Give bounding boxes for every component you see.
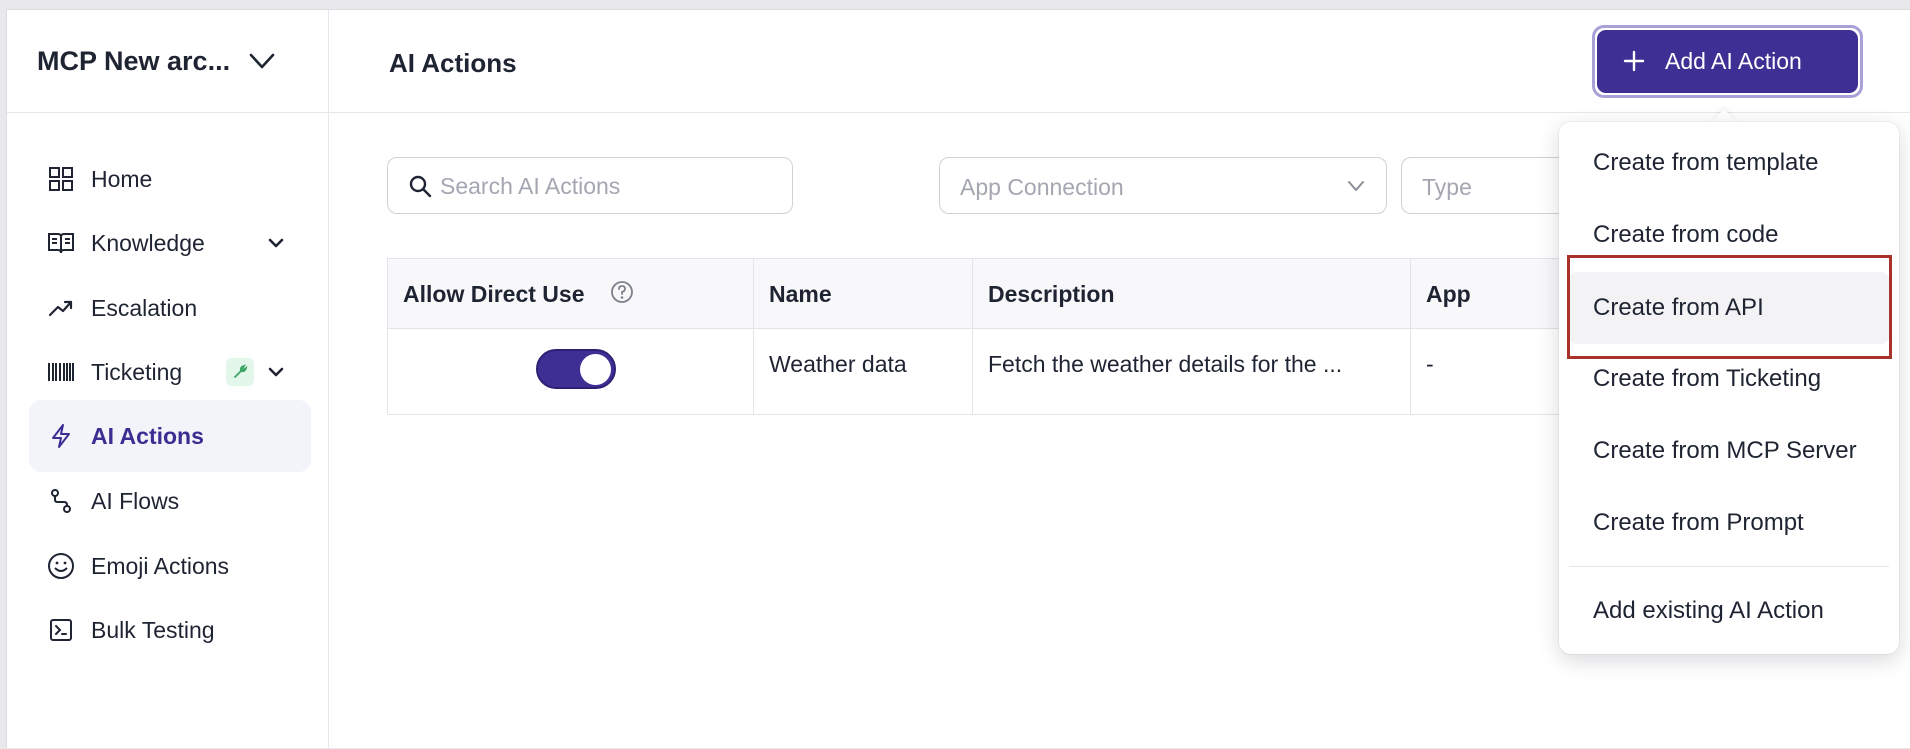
sidebar-item-label: Ticketing — [91, 358, 183, 385]
action-name: Weather data — [769, 351, 907, 377]
sidebar-item-knowledge[interactable]: Knowledge — [29, 207, 311, 279]
menu-item-add-existing-ai-action[interactable]: Add existing AI Action — [1569, 578, 1889, 644]
column-header: Name — [769, 281, 832, 307]
flow-icon — [47, 487, 75, 515]
column-header: App — [1426, 281, 1471, 307]
page-header: AI Actions Add AI Action — [329, 10, 1910, 113]
sidebar-item-label: AI Actions — [91, 422, 204, 449]
column-description: Description — [973, 259, 1411, 328]
sidebar-item-escalation[interactable]: Escalation — [29, 272, 311, 344]
column-header: Description — [988, 281, 1115, 307]
sidebar-item-ai-flows[interactable]: AI Flows — [29, 465, 311, 537]
plus-icon — [1623, 50, 1645, 72]
sidebar-item-ticketing[interactable]: Ticketing — [29, 336, 311, 408]
menu-item-create-from-prompt[interactable]: Create from Prompt — [1569, 490, 1889, 556]
add-ai-action-button[interactable]: Add AI Action — [1597, 30, 1858, 93]
column-name: Name — [754, 259, 973, 328]
action-app: - — [1426, 351, 1434, 377]
sidebar: MCP New arc... Home Knowledge Escalation — [7, 10, 329, 749]
wrench-icon — [226, 358, 254, 386]
allow-direct-use-toggle[interactable] — [536, 349, 616, 389]
barcode-icon — [47, 358, 75, 386]
menu-item-create-from-api[interactable]: Create from API — [1569, 272, 1889, 344]
sidebar-item-home[interactable]: Home — [29, 143, 311, 215]
chevron-down-icon — [1348, 181, 1364, 191]
menu-divider — [1569, 566, 1889, 567]
sidebar-item-ai-actions[interactable]: AI Actions — [29, 400, 311, 472]
column-header: Allow Direct Use — [403, 281, 585, 307]
menu-item-label: Add existing AI Action — [1593, 597, 1824, 624]
terminal-icon — [47, 616, 75, 644]
search-icon — [409, 175, 432, 198]
search-box[interactable] — [387, 157, 793, 214]
sidebar-item-label: Bulk Testing — [91, 616, 215, 643]
menu-item-create-from-ticketing[interactable]: Create from Ticketing — [1569, 346, 1889, 412]
type-placeholder: Type — [1422, 174, 1472, 200]
table-row[interactable]: Weather data Fetch the weather details f… — [388, 329, 1586, 415]
cell-name: Weather data — [754, 329, 973, 415]
add-ai-action-menu: Create from template Create from code Cr… — [1559, 122, 1899, 654]
sidebar-item-emoji-actions[interactable]: Emoji Actions — [29, 530, 311, 602]
grid-icon — [47, 165, 75, 193]
workspace-name: MCP New arc... — [37, 46, 231, 76]
search-input[interactable] — [440, 168, 780, 204]
menu-item-label: Create from code — [1593, 221, 1779, 248]
ai-actions-table: Allow Direct Use Name Description App We… — [387, 258, 1587, 415]
menu-item-label: Create from MCP Server — [1593, 437, 1857, 464]
menu-item-create-from-mcp-server[interactable]: Create from MCP Server — [1569, 418, 1889, 484]
sidebar-item-bulk-testing[interactable]: Bulk Testing — [29, 594, 311, 666]
sidebar-item-label: Escalation — [91, 294, 198, 321]
menu-item-label: Create from Ticketing — [1593, 365, 1822, 392]
toggle-knob — [580, 354, 611, 385]
menu-item-create-from-template[interactable]: Create from template — [1569, 130, 1889, 196]
app-connection-placeholder: App Connection — [960, 174, 1124, 200]
book-icon — [47, 229, 75, 257]
help-icon[interactable] — [610, 280, 634, 304]
menu-item-label: Create from template — [1593, 149, 1819, 176]
cell-description: Fetch the weather details for the ... — [973, 329, 1411, 415]
bolt-icon — [47, 422, 75, 450]
sidebar-item-label: Home — [91, 165, 153, 192]
add-ai-action-label: Add AI Action — [1665, 48, 1802, 74]
sidebar-item-label: Knowledge — [91, 229, 205, 256]
table-header: Allow Direct Use Name Description App — [388, 259, 1586, 329]
menu-item-label: Create from Prompt — [1593, 509, 1804, 536]
menu-item-create-from-code[interactable]: Create from code — [1569, 202, 1889, 268]
cell-allow-direct-use — [388, 329, 754, 415]
smile-icon — [47, 552, 75, 580]
column-allow-direct-use: Allow Direct Use — [388, 259, 754, 328]
app-window: MCP New arc... Home Knowledge Escalation — [6, 9, 1910, 749]
trend-up-icon — [47, 294, 75, 322]
app-connection-select[interactable]: App Connection — [939, 157, 1387, 214]
menu-item-label: Create from API — [1593, 294, 1764, 321]
chevron-down-icon — [249, 53, 275, 69]
chevron-down-icon[interactable] — [265, 361, 287, 383]
sidebar-item-label: AI Flows — [91, 487, 180, 514]
workspace-switcher[interactable]: MCP New arc... — [7, 10, 329, 113]
chevron-down-icon[interactable] — [265, 232, 287, 254]
sidebar-item-label: Emoji Actions — [91, 552, 230, 579]
action-description: Fetch the weather details for the ... — [988, 351, 1343, 377]
type-select[interactable]: Type — [1401, 157, 1571, 214]
page-title: AI Actions — [389, 48, 517, 78]
